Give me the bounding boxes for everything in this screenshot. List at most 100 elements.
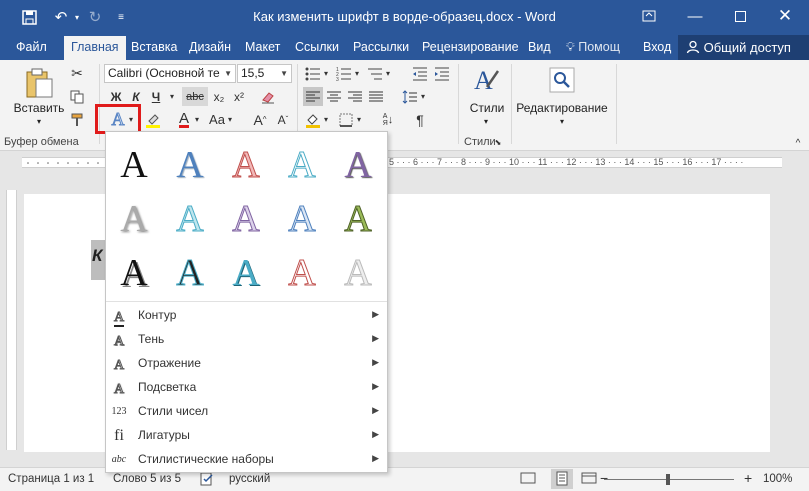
cut-icon[interactable]: ✂ <box>67 64 87 83</box>
tab-review[interactable]: Рецензирование <box>418 38 523 60</box>
web-layout-icon[interactable] <box>581 471 597 488</box>
grow-font-icon[interactable]: A ^ <box>250 110 270 129</box>
effect-swatch-purple[interactable]: A <box>338 144 378 186</box>
clear-formatting-icon[interactable] <box>258 87 278 106</box>
zoom-slider-thumb[interactable] <box>666 474 670 485</box>
tab-design[interactable]: Дизайн <box>185 38 235 60</box>
numbering-dropdown-icon[interactable]: ▾ <box>352 64 362 83</box>
print-layout-icon[interactable] <box>551 469 573 489</box>
line-spacing-dropdown-icon[interactable]: ▾ <box>418 87 428 106</box>
menu-item-ligatures[interactable]: fi Лигатуры ▶ <box>106 424 387 448</box>
tab-view[interactable]: Вид <box>524 38 555 60</box>
effect-swatch-lavender[interactable]: A <box>226 198 266 241</box>
borders-icon[interactable] <box>336 110 356 129</box>
effect-swatch-green[interactable]: A <box>338 198 378 241</box>
styles-button[interactable]: Стили <box>464 100 510 116</box>
focus-mode-icon[interactable] <box>520 471 536 488</box>
multilevel-dropdown-icon[interactable]: ▾ <box>383 64 393 83</box>
subscript-button[interactable]: x₂ <box>209 87 229 106</box>
zoom-in-icon[interactable]: + <box>744 470 752 486</box>
shading-dropdown-icon[interactable]: ▾ <box>321 110 331 129</box>
sort-icon[interactable]: A Я ↓ <box>378 110 398 129</box>
align-right-icon[interactable] <box>345 87 365 106</box>
align-left-icon[interactable] <box>303 87 323 106</box>
align-center-icon[interactable] <box>324 87 344 106</box>
tab-mailings[interactable]: Рассылки <box>349 38 413 60</box>
menu-item-outline[interactable]: A Контур ▶ <box>106 304 387 328</box>
menu-item-stylistic-sets[interactable]: abc Стилистические наборы ▶ <box>106 448 387 472</box>
effect-swatch-light-gray[interactable]: A <box>338 252 378 295</box>
tell-me-box[interactable]: 💡︎ Помощ <box>562 38 624 60</box>
font-color-icon[interactable]: A <box>174 110 194 129</box>
justify-icon[interactable] <box>366 87 386 106</box>
superscript-button[interactable]: x² <box>229 87 249 106</box>
decrease-indent-icon[interactable] <box>410 64 430 83</box>
zoom-level[interactable]: 100% <box>763 473 792 485</box>
collapse-ribbon-icon[interactable]: ^ <box>788 134 808 153</box>
shrink-font-icon[interactable]: Aˇ <box>273 110 293 129</box>
menu-item-shadow[interactable]: A Тень ▶ <box>106 328 387 352</box>
effect-swatch-red-outline[interactable]: A <box>226 144 266 187</box>
font-size-combo[interactable]: 15,5 ▼ <box>237 64 292 83</box>
styles-launcher-icon[interactable]: ⬊ <box>493 137 503 147</box>
font-name-combo[interactable]: Calibri (Основной те ▼ <box>104 64 236 83</box>
language[interactable]: русский <box>229 473 270 485</box>
close-icon[interactable]: ✕ <box>773 5 797 27</box>
effect-swatch-red-white[interactable]: A <box>282 252 322 295</box>
proofing-icon[interactable] <box>200 472 214 489</box>
find-icon[interactable] <box>548 66 576 94</box>
effect-swatch-blue-shadow[interactable]: A <box>170 144 210 186</box>
tab-file[interactable]: Файл <box>12 38 51 60</box>
text-effects-menu: A A A A A A A A A A A A A A A A Контур ▶… <box>105 131 388 473</box>
paste-dropdown-icon[interactable]: ▾ <box>34 116 44 126</box>
borders-dropdown-icon[interactable]: ▾ <box>354 110 364 129</box>
effect-swatch-black-shadow[interactable]: A <box>114 252 154 294</box>
underline-dropdown-icon[interactable]: ▾ <box>166 87 178 106</box>
increase-indent-icon[interactable] <box>432 64 452 83</box>
ribbon-display-icon[interactable] <box>637 5 661 27</box>
page-count[interactable]: Страница 1 из 1 <box>8 473 94 485</box>
effect-swatch-black[interactable]: A <box>114 144 154 186</box>
paste-button[interactable]: Вставить <box>10 100 68 116</box>
strikethrough-button[interactable]: abc <box>182 87 208 106</box>
effect-swatch-gray[interactable]: A <box>114 198 154 240</box>
share-button[interactable]: Общий доступ <box>678 35 809 60</box>
copy-icon[interactable] <box>67 87 87 106</box>
styles-icon[interactable]: A <box>469 64 503 96</box>
multilevel-list-icon[interactable] <box>365 64 385 83</box>
change-case-button[interactable]: Aa <box>207 110 227 129</box>
shading-icon[interactable] <box>303 110 323 129</box>
paste-icon[interactable] <box>22 66 56 100</box>
show-formatting-icon[interactable]: ¶ <box>410 110 430 129</box>
change-case-dropdown-icon[interactable]: ▾ <box>225 110 235 129</box>
styles-dropdown-icon[interactable]: ▾ <box>481 116 491 126</box>
menu-item-glow[interactable]: A Подсветка ▶ <box>106 376 387 400</box>
menu-item-number-styles[interactable]: 123 Стили чисел ▶ <box>106 400 387 424</box>
effect-swatch-cyan-reflection[interactable]: A <box>170 198 210 241</box>
tab-references[interactable]: Ссылки <box>291 38 343 60</box>
bullets-icon[interactable] <box>303 64 323 83</box>
effect-swatch-light-blue[interactable]: A <box>282 198 322 241</box>
minimize-icon[interactable]: — <box>683 5 707 27</box>
maximize-icon[interactable] <box>728 5 752 27</box>
editing-dropdown-icon[interactable]: ▾ <box>557 116 567 126</box>
sign-in-link[interactable]: Вход <box>639 38 675 60</box>
tab-home[interactable]: Главная <box>64 36 126 60</box>
effect-swatch-black-cyan[interactable]: A <box>170 252 210 295</box>
numbering-icon[interactable]: 123 <box>334 64 354 83</box>
bullets-dropdown-icon[interactable]: ▾ <box>321 64 331 83</box>
tab-layout[interactable]: Макет <box>241 38 284 60</box>
effect-swatch-teal[interactable]: A <box>226 252 266 294</box>
font-color-dropdown-icon[interactable]: ▾ <box>192 110 202 129</box>
menu-item-reflection[interactable]: A Отражение ▶ <box>106 352 387 376</box>
share-label: Общий доступ <box>703 40 791 55</box>
zoom-out-icon[interactable]: − <box>600 470 608 486</box>
line-spacing-icon[interactable] <box>400 87 420 106</box>
effect-swatch-cyan-outline[interactable]: A <box>282 144 322 187</box>
editing-button[interactable]: Редактирование <box>515 100 609 116</box>
word-count[interactable]: Слово 5 из 5 <box>113 473 181 485</box>
tab-insert[interactable]: Вставка <box>127 38 181 60</box>
format-painter-icon[interactable] <box>67 110 87 129</box>
underline-button[interactable]: Ч <box>146 87 166 106</box>
highlight-color-icon[interactable] <box>143 110 163 129</box>
